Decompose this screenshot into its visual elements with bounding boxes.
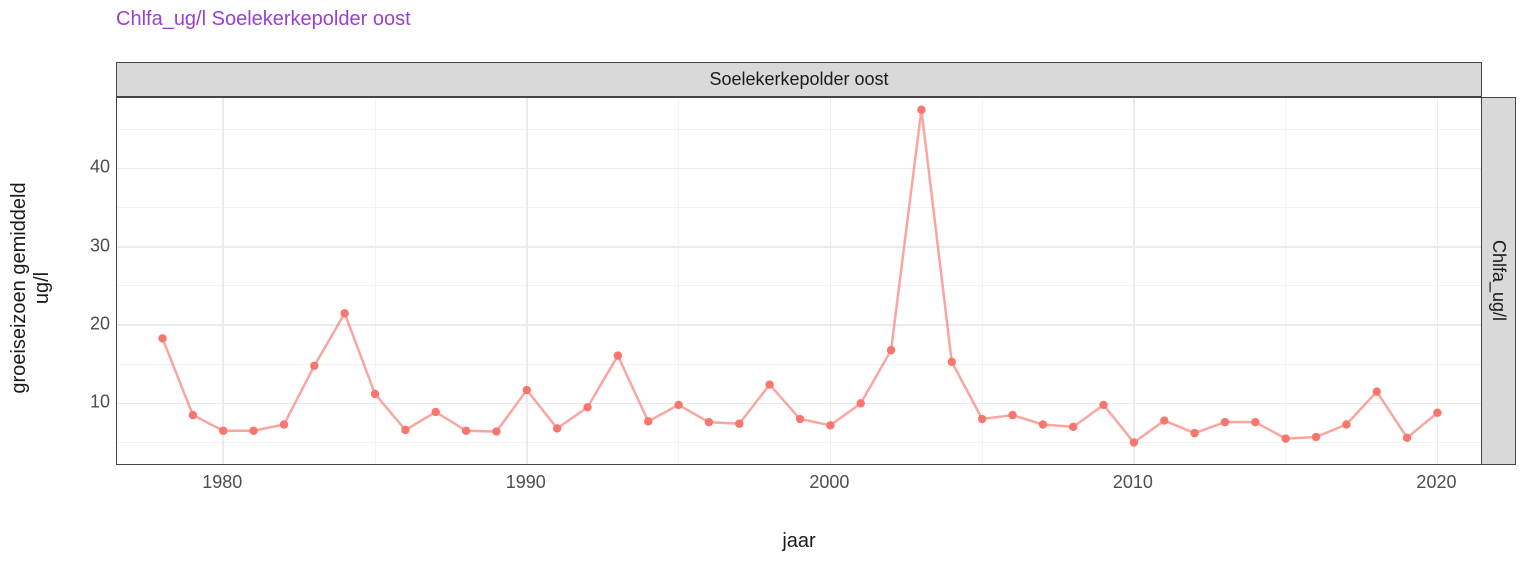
data-point [310, 362, 318, 370]
data-point [523, 386, 531, 394]
x-tick-label: 1980 [202, 472, 242, 493]
x-axis-label: jaar [116, 530, 1482, 553]
data-point [765, 380, 773, 388]
x-tick-label: 2000 [809, 472, 849, 493]
data-point [917, 106, 925, 114]
data-point [614, 351, 622, 359]
data-point [887, 346, 895, 354]
chart-svg-layer [117, 98, 1482, 465]
x-tick-label: 2020 [1416, 472, 1456, 493]
data-point [249, 427, 257, 435]
data-point [644, 417, 652, 425]
data-point [826, 421, 834, 429]
data-point [1312, 433, 1320, 441]
data-point [1190, 429, 1198, 437]
data-point [462, 427, 470, 435]
data-point [492, 427, 500, 435]
data-point [1160, 416, 1168, 424]
x-tick-label: 1990 [506, 472, 546, 493]
data-point [948, 358, 956, 366]
chart-title: Chlfa_ug/l Soelekerkepolder oost [116, 8, 411, 31]
data-point [1281, 434, 1289, 442]
data-point [219, 427, 227, 435]
y-tick-label: 30 [90, 235, 110, 256]
facet-strip-top-label: Soelekerkepolder oost [709, 69, 888, 90]
data-point [340, 309, 348, 317]
data-point [1221, 418, 1229, 426]
line-series [163, 110, 1438, 443]
data-point [857, 399, 865, 407]
data-point [1008, 411, 1016, 419]
data-point [1403, 434, 1411, 442]
data-point [796, 415, 804, 423]
y-axis-label: groeiseizoen gemiddeld ug/l [8, 88, 54, 488]
data-point [189, 411, 197, 419]
data-point [158, 334, 166, 342]
y-tick-label: 40 [90, 157, 110, 178]
data-point [583, 403, 591, 411]
data-point [432, 408, 440, 416]
data-point [1251, 418, 1259, 426]
x-tick-label: 2010 [1113, 472, 1153, 493]
data-point [1433, 409, 1441, 417]
data-point [1342, 420, 1350, 428]
facet-strip-right: Chlfa_ug/l [1481, 97, 1516, 465]
data-point [705, 418, 713, 426]
data-point [735, 420, 743, 428]
data-point [280, 420, 288, 428]
facet-strip-top: Soelekerkepolder oost [116, 62, 1482, 97]
y-tick-label: 10 [90, 392, 110, 413]
data-point [1039, 420, 1047, 428]
data-point [371, 390, 379, 398]
data-point [401, 426, 409, 434]
data-point [978, 415, 986, 423]
facet-strip-right-label: Chlfa_ug/l [1488, 240, 1509, 321]
y-tick-label: 20 [90, 314, 110, 335]
plot-area [116, 97, 1482, 465]
data-point [1373, 387, 1381, 395]
chart-container: Chlfa_ug/l Soelekerkepolder oost groeise… [0, 0, 1536, 576]
data-point [1099, 401, 1107, 409]
data-point [1069, 423, 1077, 431]
data-point [674, 401, 682, 409]
data-point [1130, 438, 1138, 446]
data-point [553, 424, 561, 432]
